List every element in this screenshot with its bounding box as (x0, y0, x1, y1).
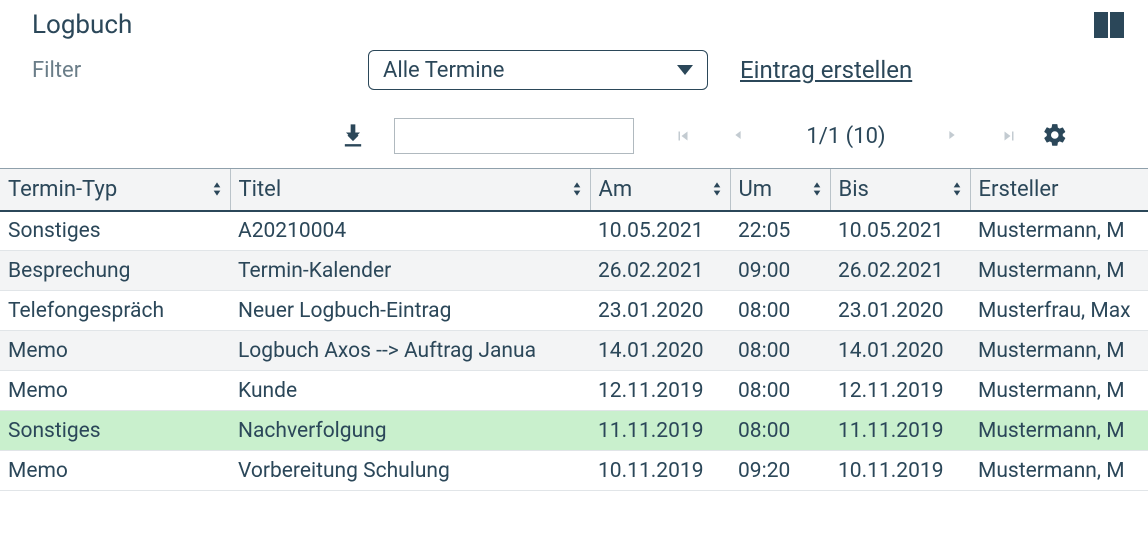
download-button[interactable] (338, 120, 368, 152)
cell-type: Telefongespräch (0, 291, 230, 331)
create-entry-link[interactable]: Eintrag erstellen (740, 56, 912, 84)
cell-um: 22:05 (730, 211, 830, 251)
cell-ersteller: Mustermann, M (970, 251, 1148, 291)
sort-icon[interactable] (710, 179, 724, 199)
pager: 1/1 (10) (674, 124, 1018, 149)
cell-type: Memo (0, 371, 230, 411)
column-header-type[interactable]: Termin-Typ (0, 169, 230, 211)
page-title: Logbuch (32, 10, 132, 40)
sort-icon[interactable] (570, 179, 584, 199)
cell-am: 11.11.2019 (590, 411, 730, 451)
cell-am: 10.11.2019 (590, 451, 730, 491)
cell-bis: 26.02.2021 (830, 251, 970, 291)
column-header-am[interactable]: Am (590, 169, 730, 211)
view-toggle[interactable] (1094, 12, 1124, 38)
sort-icon[interactable] (810, 179, 824, 199)
cell-ersteller: Mustermann, M (970, 411, 1148, 451)
header: Logbuch (0, 0, 1148, 44)
cell-type: Sonstiges (0, 211, 230, 251)
cell-am: 12.11.2019 (590, 371, 730, 411)
filter-select-value: Alle Termine (383, 58, 504, 83)
view-column-icon (1094, 12, 1108, 38)
search-input[interactable] (394, 118, 634, 154)
column-header-ersteller[interactable]: Ersteller (970, 169, 1148, 211)
sort-icon[interactable] (210, 179, 224, 199)
cell-title: Kunde (230, 371, 590, 411)
first-page-button[interactable] (674, 127, 692, 145)
filter-label: Filter (32, 58, 352, 83)
column-label: Titel (239, 177, 282, 202)
table-body: SonstigesA2021000410.05.202122:0510.05.2… (0, 211, 1148, 491)
table-row[interactable]: MemoKunde12.11.201908:0012.11.2019Muster… (0, 371, 1148, 411)
column-label: Ersteller (979, 177, 1059, 202)
cell-title: Logbuch Axos --> Auftrag Janua (230, 331, 590, 371)
cell-am: 10.05.2021 (590, 211, 730, 251)
cell-am: 26.02.2021 (590, 251, 730, 291)
filter-select[interactable]: Alle Termine (368, 50, 708, 90)
cell-type: Besprechung (0, 251, 230, 291)
prev-page-icon (730, 127, 746, 143)
cell-bis: 12.11.2019 (830, 371, 970, 411)
table-row[interactable]: MemoVorbereitung Schulung10.11.201909:20… (0, 451, 1148, 491)
cell-type: Memo (0, 331, 230, 371)
column-header-bis[interactable]: Bis (830, 169, 970, 211)
cell-um: 09:20 (730, 451, 830, 491)
table-row[interactable]: TelefongesprächNeuer Logbuch-Eintrag23.0… (0, 291, 1148, 331)
chevron-down-icon (677, 65, 693, 75)
cell-ersteller: Mustermann, M (970, 331, 1148, 371)
cell-am: 23.01.2020 (590, 291, 730, 331)
table-row[interactable]: SonstigesNachverfolgung11.11.201908:0011… (0, 411, 1148, 451)
cell-bis: 14.01.2020 (830, 331, 970, 371)
settings-button[interactable] (1042, 122, 1070, 150)
cell-ersteller: Mustermann, M (970, 371, 1148, 411)
cell-um: 08:00 (730, 411, 830, 451)
cell-ersteller: Mustermann, M (970, 451, 1148, 491)
table-toolbar: 1/1 (10) (0, 100, 1148, 168)
column-header-title[interactable]: Titel (230, 169, 590, 211)
logbook-table: Termin-Typ Titel Am Um (0, 168, 1148, 491)
table-row[interactable]: BesprechungTermin-Kalender26.02.202109:0… (0, 251, 1148, 291)
cell-bis: 23.01.2020 (830, 291, 970, 331)
cell-title: Termin-Kalender (230, 251, 590, 291)
sort-icon[interactable] (950, 179, 964, 199)
cell-ersteller: Mustermann, M (970, 211, 1148, 251)
cell-title: A20210004 (230, 211, 590, 251)
next-page-button[interactable] (944, 127, 962, 145)
first-page-icon (674, 127, 692, 145)
cell-title: Vorbereitung Schulung (230, 451, 590, 491)
column-header-um[interactable]: Um (730, 169, 830, 211)
table-header-row: Termin-Typ Titel Am Um (0, 169, 1148, 211)
cell-type: Memo (0, 451, 230, 491)
cell-title: Neuer Logbuch-Eintrag (230, 291, 590, 331)
cell-bis: 11.11.2019 (830, 411, 970, 451)
cell-bis: 10.05.2021 (830, 211, 970, 251)
column-label: Um (739, 177, 773, 202)
last-page-icon (1000, 127, 1018, 145)
cell-type: Sonstiges (0, 411, 230, 451)
column-label: Am (599, 177, 633, 202)
cell-um: 08:00 (730, 291, 830, 331)
column-label: Bis (839, 177, 869, 202)
download-icon (339, 122, 367, 150)
pager-text: 1/1 (10) (786, 124, 906, 149)
column-label: Termin-Typ (8, 177, 117, 202)
last-page-button[interactable] (1000, 127, 1018, 145)
filter-row: Filter Alle Termine Eintrag erstellen (0, 44, 1148, 100)
cell-bis: 10.11.2019 (830, 451, 970, 491)
cell-um: 08:00 (730, 331, 830, 371)
next-page-icon (944, 127, 960, 143)
prev-page-button[interactable] (730, 127, 748, 145)
cell-ersteller: Musterfrau, Max (970, 291, 1148, 331)
cell-um: 08:00 (730, 371, 830, 411)
view-column-icon (1110, 12, 1124, 38)
cell-am: 14.01.2020 (590, 331, 730, 371)
table-row[interactable]: SonstigesA2021000410.05.202122:0510.05.2… (0, 211, 1148, 251)
gear-icon (1042, 122, 1068, 148)
table-row[interactable]: MemoLogbuch Axos --> Auftrag Janua14.01.… (0, 331, 1148, 371)
cell-um: 09:00 (730, 251, 830, 291)
cell-title: Nachverfolgung (230, 411, 590, 451)
